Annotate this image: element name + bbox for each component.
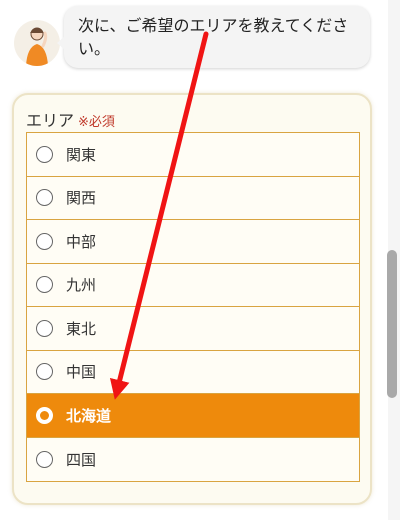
area-option-5[interactable]: 中国 (27, 350, 359, 394)
chat-message-bubble: 次に、ご希望のエリアを教えてください。 (57, 6, 370, 68)
area-option-label: 中国 (66, 363, 97, 382)
area-option-0[interactable]: 関東 (27, 133, 359, 177)
area-option-2[interactable]: 中部 (27, 220, 359, 264)
radio-button-icon[interactable] (36, 363, 53, 381)
area-option-label: 関東 (66, 145, 97, 164)
radio-button-icon[interactable] (36, 319, 53, 337)
area-question-card: エリア ※必須 関東関西中部九州東北中国北海道四国 (12, 93, 372, 505)
area-option-label: 東北 (66, 319, 97, 338)
person-icon (26, 27, 48, 66)
area-option-label: 中部 (66, 232, 97, 251)
area-option-label: 北海道 (66, 406, 112, 425)
area-option-4[interactable]: 東北 (27, 307, 359, 351)
radio-button-icon[interactable] (36, 406, 53, 424)
area-option-label: 四国 (66, 450, 97, 469)
scrollbar-thumb[interactable] (387, 250, 397, 398)
area-label-text: エリア (26, 111, 75, 130)
assistant-avatar (14, 20, 60, 66)
area-option-7[interactable]: 四国 (27, 437, 359, 481)
area-option-label: 九州 (66, 276, 97, 295)
area-radio-group: 関東関西中部九州東北中国北海道四国 (26, 132, 360, 482)
area-option-3[interactable]: 九州 (27, 263, 359, 307)
radio-button-icon[interactable] (36, 276, 53, 294)
area-option-6[interactable]: 北海道 (27, 394, 359, 438)
radio-button-icon[interactable] (36, 232, 53, 250)
required-badge: ※必須 (78, 115, 115, 130)
radio-button-icon[interactable] (36, 450, 53, 468)
area-option-1[interactable]: 関西 (27, 176, 359, 220)
area-option-label: 関西 (66, 189, 97, 208)
chat-message-text: 次に、ご希望のエリアを教えてください。 (78, 16, 349, 58)
area-field-label: エリア ※必須 (26, 107, 115, 131)
radio-button-icon[interactable] (36, 189, 53, 207)
radio-button-icon[interactable] (36, 145, 53, 163)
radio-selected-dot (40, 410, 49, 420)
